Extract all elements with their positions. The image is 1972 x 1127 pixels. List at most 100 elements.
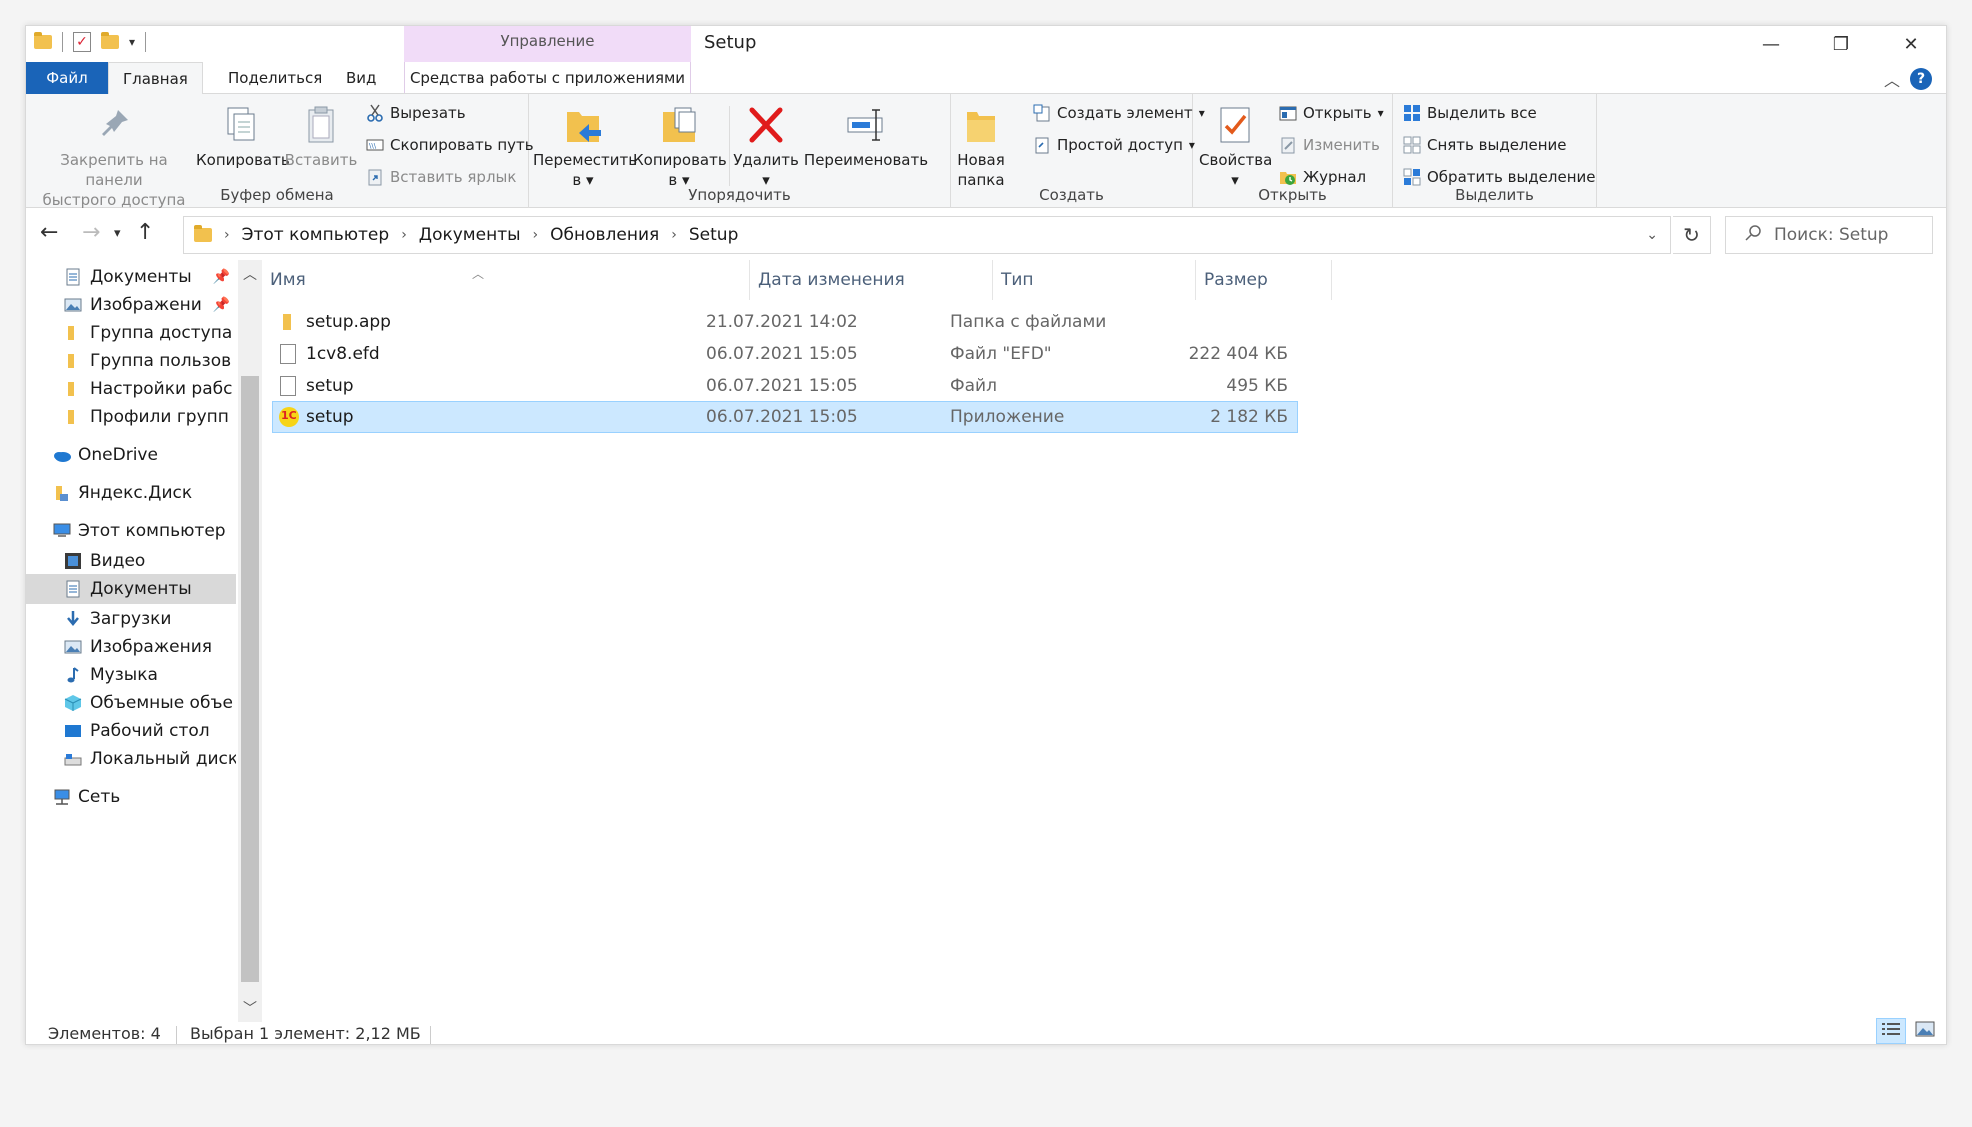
sidebar-item-documents[interactable]: Документы: [26, 574, 236, 604]
search-placeholder[interactable]: Поиск: Setup: [1774, 225, 1888, 245]
sidebar-item-pictures[interactable]: Изображения: [64, 632, 236, 662]
qat-dropdown-icon[interactable]: ▾: [129, 35, 135, 49]
new-folder-button[interactable]: Новая папка: [957, 104, 1005, 190]
tab-view[interactable]: Вид: [332, 62, 390, 94]
scrollbar-thumb[interactable]: [241, 376, 259, 982]
sidebar-item-network[interactable]: Сеть: [52, 782, 236, 812]
select-group-label: Выделить: [1455, 186, 1534, 204]
breadcrumb-documents[interactable]: Документы: [419, 225, 521, 245]
table-row-selected[interactable]: 1C setup 06.07.2021 15:05 Приложение 2 1…: [272, 401, 1298, 433]
properties-button[interactable]: Свойства ▾: [1199, 104, 1273, 190]
video-icon: [64, 552, 82, 570]
sidebar-item-user-group[interactable]: Группа пользов: [64, 346, 236, 376]
breadcrumb-setup[interactable]: Setup: [689, 225, 738, 245]
sidebar-item-local-disk[interactable]: Локальный диск: [64, 744, 236, 774]
sidebar-item-documents-pinned[interactable]: Документы 📌: [64, 262, 236, 292]
svg-text:\\\: \\\: [369, 142, 377, 150]
tab-share[interactable]: Поделиться: [214, 62, 336, 94]
sidebar-item-this-pc[interactable]: Этот компьютер: [52, 516, 236, 546]
file-size: 2 182 КБ: [1210, 407, 1288, 427]
new-folder-label-line1: Новая: [957, 151, 1005, 169]
group-open: Свойства ▾ Открыть ▾ Изменить Журнал Отк…: [1193, 94, 1393, 208]
restore-button[interactable]: ❐: [1806, 26, 1876, 62]
copy-button[interactable]: Копировать: [196, 104, 290, 170]
address-dropdown-icon[interactable]: ⌄: [1646, 227, 1658, 243]
properties-label: Свойства: [1199, 151, 1273, 169]
breadcrumb-updates[interactable]: Обновления: [550, 225, 659, 245]
sidebar-item-music[interactable]: Музыка: [64, 660, 236, 690]
copy-path-button[interactable]: \\\ Скопировать путь: [366, 136, 534, 154]
copy-icon: [220, 104, 260, 146]
edit-button[interactable]: Изменить: [1279, 136, 1380, 154]
sidebar-scrollbar[interactable]: ︿ ﹀: [238, 260, 262, 1022]
table-row[interactable]: 1cv8.efd 06.07.2021 15:05 Файл "EFD" 222…: [272, 338, 1298, 370]
copy-to-button[interactable]: Копировать в ▾: [633, 104, 727, 190]
sidebar-item-group-profiles[interactable]: Профили групп: [64, 402, 236, 432]
open-button[interactable]: Открыть ▾: [1279, 104, 1384, 122]
breadcrumb-this-pc[interactable]: Этот компьютер: [242, 225, 390, 245]
column-header-name[interactable]: ︿ Имя: [262, 260, 750, 300]
details-view-icon: [1881, 1021, 1901, 1041]
breadcrumb-chevron-icon[interactable]: ›: [401, 227, 407, 243]
new-folder-qat-icon[interactable]: [101, 32, 119, 49]
tab-file[interactable]: Файл: [26, 62, 108, 94]
column-header-date[interactable]: Дата изменения: [750, 260, 993, 300]
large-icons-view-button[interactable]: [1910, 1018, 1940, 1044]
table-row[interactable]: setup.app 21.07.2021 14:02 Папка с файла…: [272, 306, 1298, 338]
tab-home[interactable]: Главная: [108, 62, 203, 95]
column-header-size[interactable]: Размер: [1196, 260, 1332, 300]
file-icon: [280, 376, 298, 396]
folder-icon: [34, 32, 52, 49]
desktop-icon: [64, 722, 82, 740]
delete-button[interactable]: Удалить ▾: [733, 104, 799, 190]
breadcrumb-chevron-icon[interactable]: ›: [671, 227, 677, 243]
minimize-icon: —: [1762, 33, 1780, 55]
properties-qat-icon[interactable]: ✓: [73, 32, 91, 52]
sidebar-item-pictures-pinned[interactable]: Изображени 📌: [64, 290, 236, 320]
history-button[interactable]: Журнал: [1279, 168, 1366, 186]
help-icon[interactable]: ?: [1910, 68, 1932, 90]
forward-button[interactable]: →: [82, 220, 100, 245]
sidebar-item-video[interactable]: Видео: [64, 546, 236, 576]
rename-button[interactable]: Переименовать: [801, 104, 931, 170]
up-button[interactable]: ↑: [136, 220, 154, 245]
sidebar-item-yandex-disk[interactable]: Яндекс.Диск: [52, 478, 236, 508]
cut-button[interactable]: Вырезать: [366, 104, 466, 122]
recent-locations-button[interactable]: ▾: [114, 226, 121, 241]
sidebar-item-onedrive[interactable]: OneDrive: [52, 440, 236, 470]
copy-path-icon: \\\: [366, 136, 384, 154]
column-header-type[interactable]: Тип: [993, 260, 1196, 300]
file-type: Файл: [950, 376, 997, 396]
sidebar-item-downloads[interactable]: Загрузки: [64, 604, 236, 634]
paste-shortcut-button[interactable]: Вставить ярлык: [366, 168, 516, 186]
sidebar-item-3d-objects[interactable]: Объемные объе: [64, 688, 236, 718]
sidebar-item-access-group[interactable]: Группа доступа: [64, 318, 236, 348]
context-group-title: Управление: [500, 32, 595, 50]
select-none-button[interactable]: Снять выделение: [1403, 136, 1567, 154]
delete-icon: [746, 104, 786, 146]
search-box[interactable]: Поиск: Setup: [1725, 216, 1933, 254]
breadcrumb-chevron-icon[interactable]: ›: [533, 227, 539, 243]
minimize-button[interactable]: —: [1736, 26, 1806, 62]
collapse-ribbon-icon[interactable]: ︿: [1884, 67, 1900, 91]
easy-access-button[interactable]: Простой доступ ▾: [1033, 136, 1195, 154]
music-icon: [64, 666, 82, 684]
pin-icon: 📌: [212, 269, 230, 285]
address-bar[interactable]: › Этот компьютер › Документы › Обновлени…: [183, 216, 1671, 254]
paste-button[interactable]: Вставить: [284, 104, 358, 170]
breadcrumb-chevron-icon[interactable]: ›: [224, 227, 230, 243]
sidebar-item-settings[interactable]: Настройки рабс: [64, 374, 236, 404]
back-button[interactable]: ←: [40, 220, 58, 245]
move-to-button[interactable]: Переместить в ▾: [533, 104, 637, 190]
invert-selection-button[interactable]: Обратить выделение: [1403, 168, 1596, 186]
details-view-button[interactable]: [1876, 1018, 1906, 1044]
open-dropdown-icon: ▾: [1377, 106, 1384, 120]
scroll-up-icon[interactable]: ︿: [238, 264, 262, 284]
sidebar-item-desktop[interactable]: Рабочий стол: [64, 716, 236, 746]
new-item-button[interactable]: Создать элемент ▾: [1033, 104, 1205, 122]
refresh-button[interactable]: ↻: [1673, 216, 1711, 254]
scroll-down-icon[interactable]: ﹀: [238, 998, 262, 1018]
table-row[interactable]: setup 06.07.2021 15:05 Файл 495 КБ: [272, 370, 1298, 402]
select-all-button[interactable]: Выделить все: [1403, 104, 1537, 122]
close-button[interactable]: ✕: [1876, 26, 1946, 62]
